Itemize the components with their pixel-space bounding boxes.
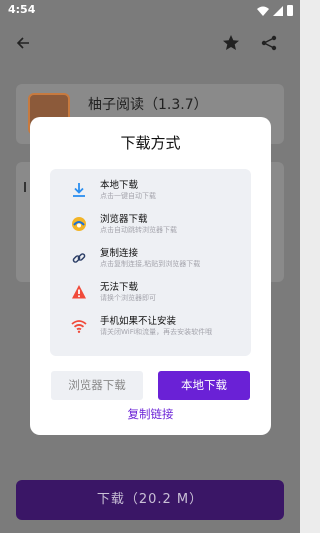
option-desc: 点击一键自动下载 (100, 192, 156, 200)
status-icons (257, 5, 293, 16)
download-button[interactable]: 下载（20.2 M） (16, 480, 284, 520)
option-desc: 点击复制连接,粘贴到浏览器下载 (100, 260, 201, 268)
download-method-dialog: 下载方式 本地下载 点击一键自动下载 浏览器下载 点击自动跳转浏览器下载 复制连… (30, 117, 271, 435)
browser-download-button[interactable]: 浏览器下载 (51, 371, 143, 400)
options-panel: 本地下载 点击一键自动下载 浏览器下载 点击自动跳转浏览器下载 复制连接 点击复… (50, 169, 251, 356)
option-name: 本地下载 (100, 180, 139, 191)
option-desc: 请换个浏览器即可 (100, 294, 156, 302)
status-time: 4:54 (8, 3, 36, 16)
app-title: 柚子阅读（1.3.7） (88, 97, 208, 113)
wifi-status-icon (257, 6, 269, 16)
status-bar: 4:54 (0, 0, 300, 22)
option-name: 无法下载 (100, 282, 139, 293)
option-copy-link[interactable]: 复制连接 点击复制连接,粘贴到浏览器下载 (50, 242, 251, 276)
option-name: 手机如果不让安装 (100, 316, 177, 327)
app-bar (0, 22, 300, 64)
warning-icon (72, 285, 86, 299)
option-name: 浏览器下载 (100, 214, 148, 225)
browser-icon (72, 217, 86, 231)
share-icon[interactable] (259, 33, 279, 53)
battery-icon (287, 5, 293, 16)
option-name: 复制连接 (100, 248, 139, 259)
arrow-back-icon[interactable] (13, 33, 33, 53)
option-desc: 请关闭WiFi和流量，再去安装软件哦 (100, 328, 213, 336)
wifi-icon (71, 320, 87, 333)
star-icon[interactable] (221, 33, 241, 53)
signal-icon (273, 5, 283, 16)
option-browser-download[interactable]: 浏览器下载 点击自动跳转浏览器下载 (50, 208, 251, 242)
dialog-title: 下载方式 (120, 134, 181, 152)
option-install-blocked[interactable]: 手机如果不让安装 请关闭WiFi和流量，再去安装软件哦 (50, 310, 251, 344)
download-icon (73, 183, 85, 197)
link-icon (72, 253, 86, 263)
local-download-button[interactable]: 本地下载 (158, 371, 250, 400)
option-cannot-download[interactable]: 无法下载 请换个浏览器即可 (50, 276, 251, 310)
copy-link-button[interactable]: 复制链接 (30, 406, 271, 422)
option-desc: 点击自动跳转浏览器下载 (100, 226, 177, 234)
option-local-download[interactable]: 本地下载 点击一键自动下载 (50, 174, 251, 208)
